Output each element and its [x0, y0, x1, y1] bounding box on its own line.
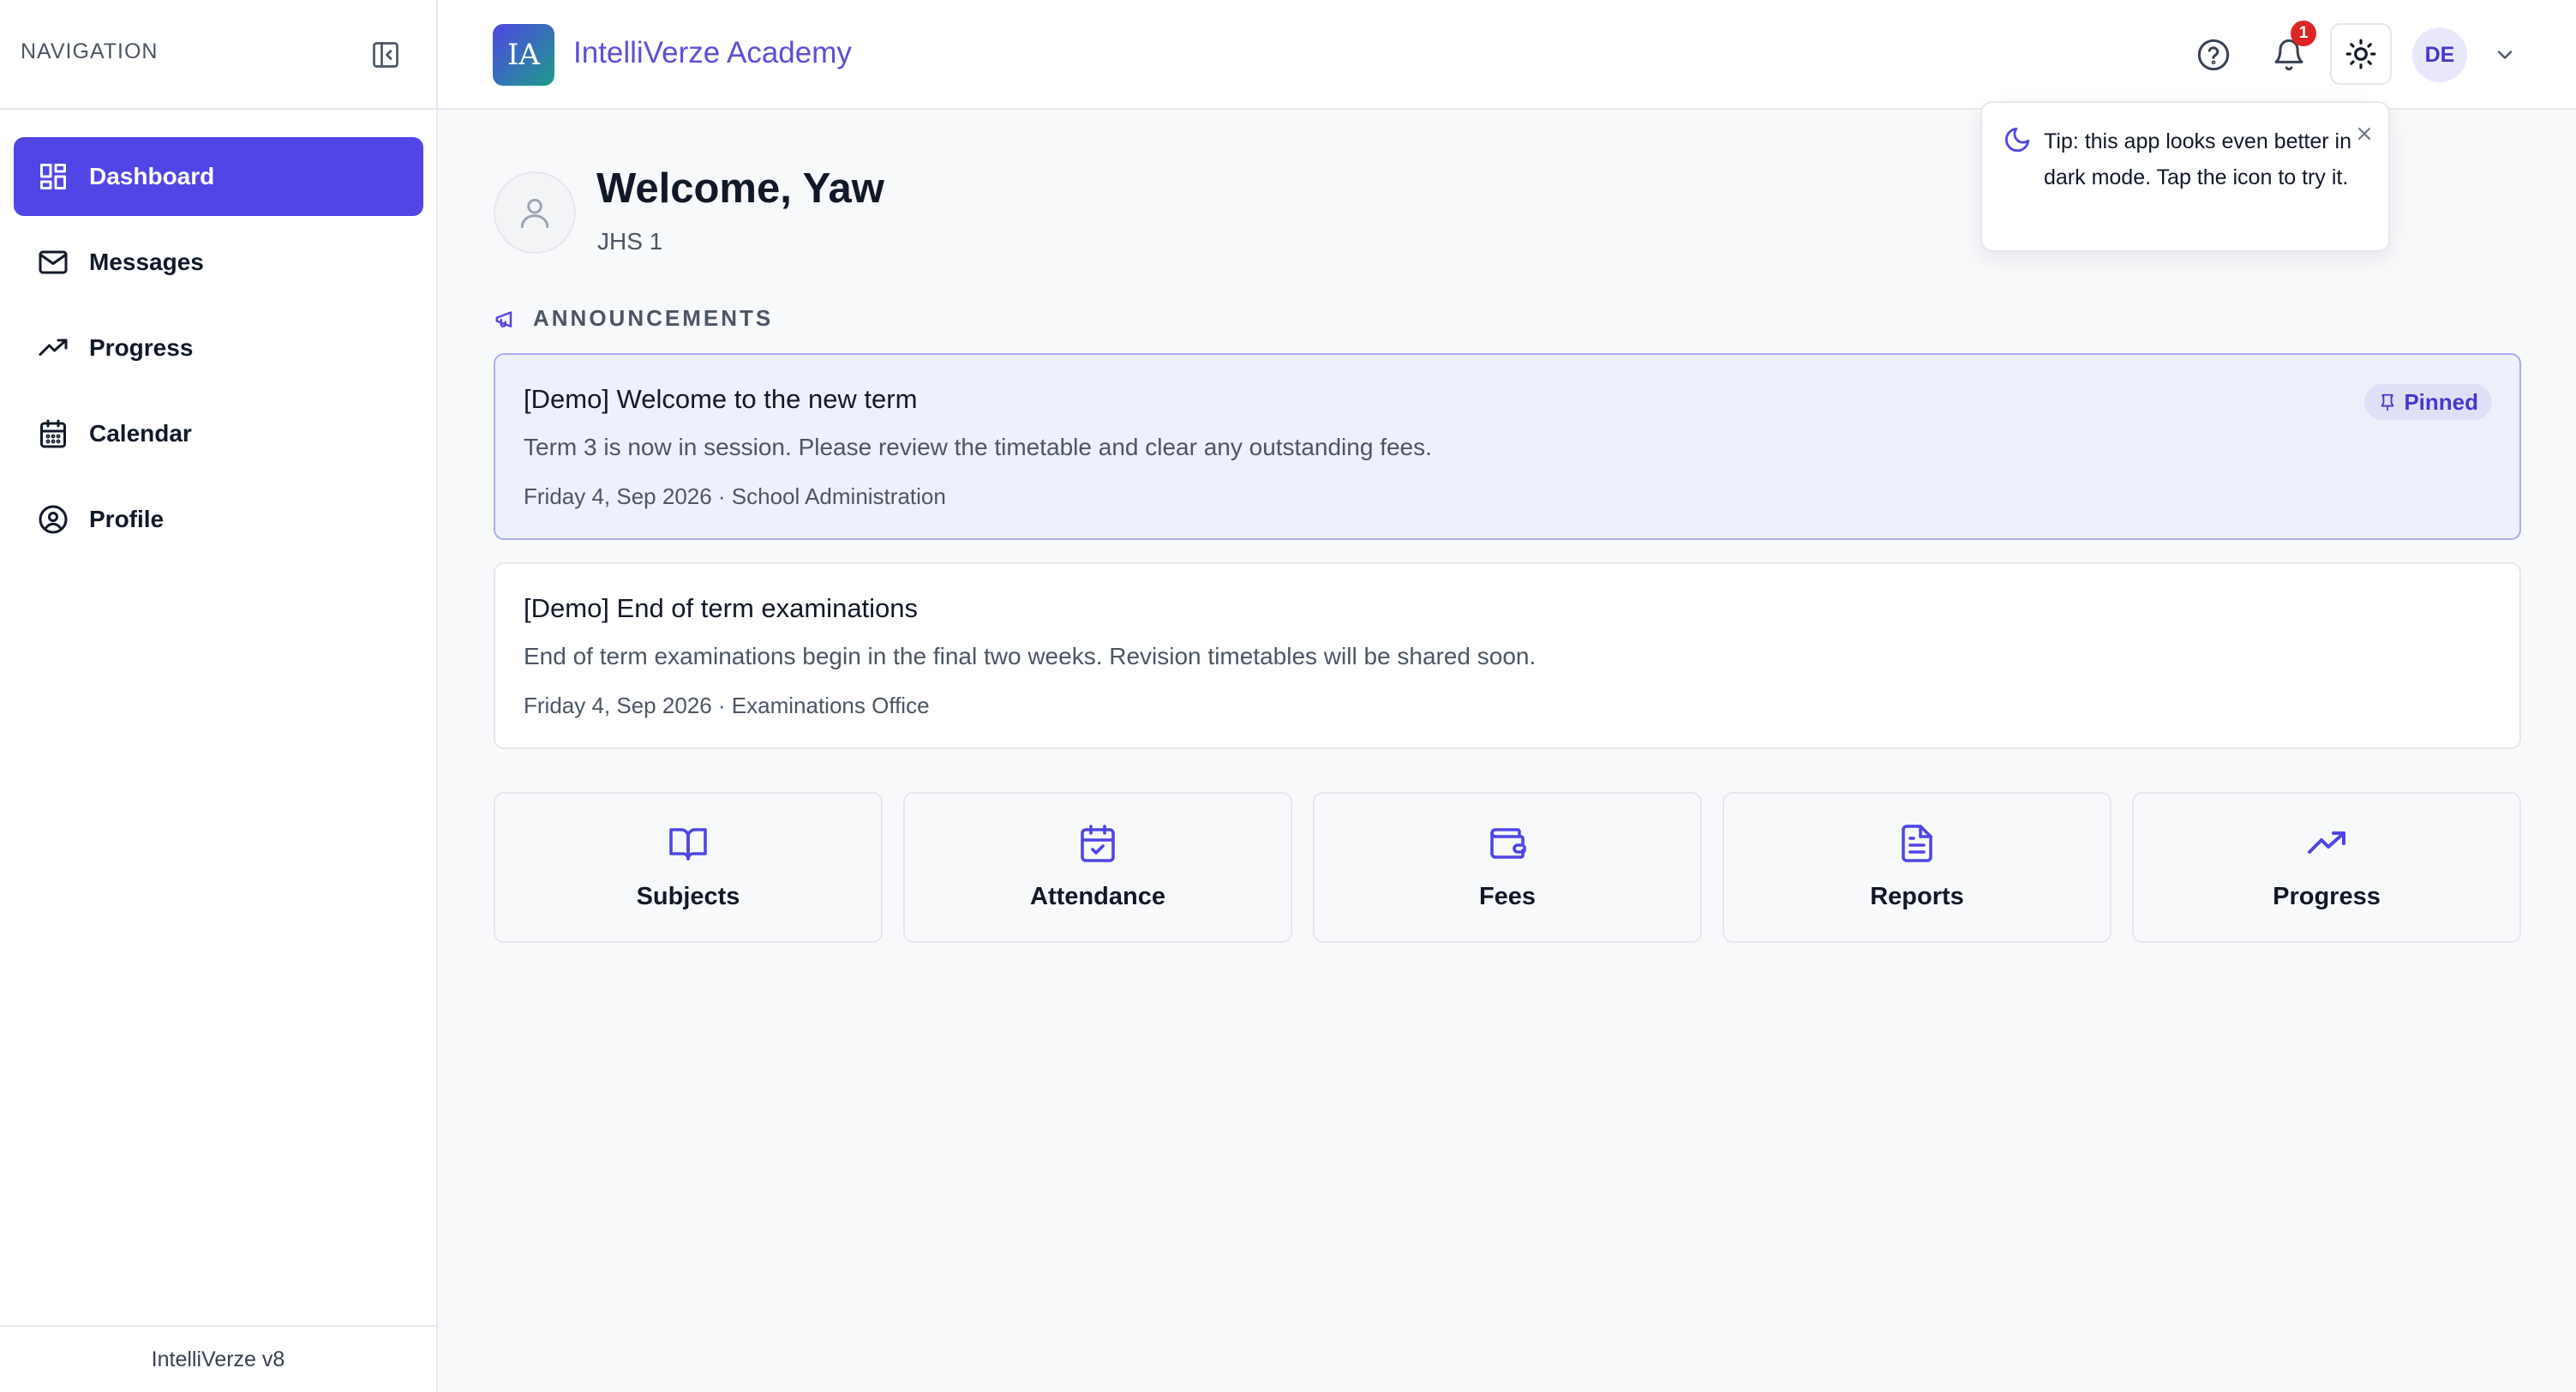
tile-reports[interactable]: Reports — [1722, 792, 2112, 943]
calendar-icon — [36, 417, 70, 451]
announcement-title: [Demo] Welcome to the new term — [524, 384, 918, 414]
dark-mode-tip-popover: Tip: this app looks even better in dark … — [1980, 101, 2390, 252]
sidebar-item-label: Progress — [89, 334, 194, 361]
pin-icon — [2378, 393, 2397, 411]
announcement-title: [Demo] End of term examinations — [524, 593, 919, 623]
tile-progress[interactable]: Progress — [2132, 792, 2521, 943]
notification-count-badge: 1 — [2291, 21, 2316, 46]
announcement-body: Term 3 is now in session. Please review … — [524, 434, 1432, 460]
dashboard-icon — [36, 159, 70, 194]
announcement-body: End of term examinations begin in the fi… — [524, 643, 1537, 669]
sidebar-nav: Dashboard Messages Progress Calendar Pro… — [14, 137, 423, 566]
sidebar-header: NAVIGATION — [0, 0, 436, 110]
tile-label: Attendance — [1030, 883, 1165, 910]
close-icon[interactable] — [2349, 118, 2380, 149]
sidebar-item-profile[interactable]: Profile — [14, 480, 423, 559]
sidebar: NAVIGATION Dashboard Messages Progress C… — [0, 0, 438, 1392]
megaphone-icon — [494, 306, 519, 332]
tile-label: Subjects — [636, 883, 740, 910]
tile-label: Reports — [1870, 883, 1964, 910]
welcome-heading: Welcome, Yaw — [596, 165, 884, 212]
announcements-title: ANNOUNCEMENTS — [533, 305, 774, 331]
user-circle-icon — [36, 502, 70, 537]
sun-icon — [2345, 38, 2377, 70]
document-icon — [1895, 821, 1939, 866]
user-avatar[interactable]: DE — [2412, 27, 2467, 82]
calendar-check-icon — [1075, 821, 1120, 866]
announcement-card[interactable]: [Demo] Welcome to the new term Pinned Te… — [494, 353, 2521, 540]
wallet-icon — [1485, 821, 1530, 866]
sidebar-item-messages[interactable]: Messages — [14, 223, 423, 302]
app-version: IntelliVerze v8 — [0, 1325, 436, 1392]
quick-links: Subjects Attendance Fees Reports Progres… — [494, 792, 2521, 943]
tile-label: Progress — [2273, 883, 2381, 910]
trending-up-icon — [36, 331, 70, 365]
sidebar-item-label: Profile — [89, 506, 165, 532]
chevron-down-icon[interactable] — [2489, 39, 2520, 70]
trending-up-icon — [2304, 821, 2349, 866]
sidebar-item-label: Messages — [89, 249, 204, 275]
user-icon — [516, 194, 554, 231]
notifications-bell-icon[interactable]: 1 — [2265, 21, 2316, 79]
tile-attendance[interactable]: Attendance — [903, 792, 1292, 943]
sidebar-item-dashboard[interactable]: Dashboard — [14, 137, 423, 216]
collapse-sidebar-icon[interactable] — [367, 36, 404, 74]
pinned-badge: Pinned — [2364, 384, 2492, 420]
sidebar-item-label: Calendar — [89, 420, 192, 447]
theme-toggle-button[interactable] — [2330, 23, 2392, 85]
sidebar-item-label: Dashboard — [89, 163, 215, 189]
app-root: NAVIGATION Dashboard Messages Progress C… — [0, 0, 2576, 1392]
tile-label: Fees — [1478, 883, 1537, 910]
pinned-label: Pinned — [2404, 388, 2478, 415]
tip-text: Tip: this app looks even better in dark … — [2044, 129, 2351, 189]
help-icon[interactable] — [2190, 31, 2238, 79]
top-bar: IA IntelliVerze Academy 1 DE — [438, 0, 2576, 110]
brand-name[interactable]: IntelliVerze Academy — [573, 36, 852, 70]
nav-heading: NAVIGATION — [21, 39, 159, 63]
announcement-meta: Friday 4, Sep 2026 · Examinations Office — [524, 693, 930, 718]
tile-fees[interactable]: Fees — [1313, 792, 1702, 943]
sidebar-item-progress[interactable]: Progress — [14, 309, 423, 387]
book-open-icon — [666, 821, 710, 866]
profile-avatar — [494, 171, 576, 254]
class-name: JHS 1 — [597, 228, 663, 255]
moon-icon — [2003, 125, 2032, 154]
announcement-card[interactable]: [Demo] End of term examinations End of t… — [494, 562, 2521, 749]
mail-icon — [36, 245, 70, 279]
announcements-heading: ANNOUNCEMENTS — [494, 305, 773, 332]
announcement-meta: Friday 4, Sep 2026 · School Administrati… — [524, 483, 946, 509]
tile-subjects[interactable]: Subjects — [494, 792, 883, 943]
brand-logo[interactable]: IA — [493, 24, 554, 86]
sidebar-item-calendar[interactable]: Calendar — [14, 394, 423, 473]
